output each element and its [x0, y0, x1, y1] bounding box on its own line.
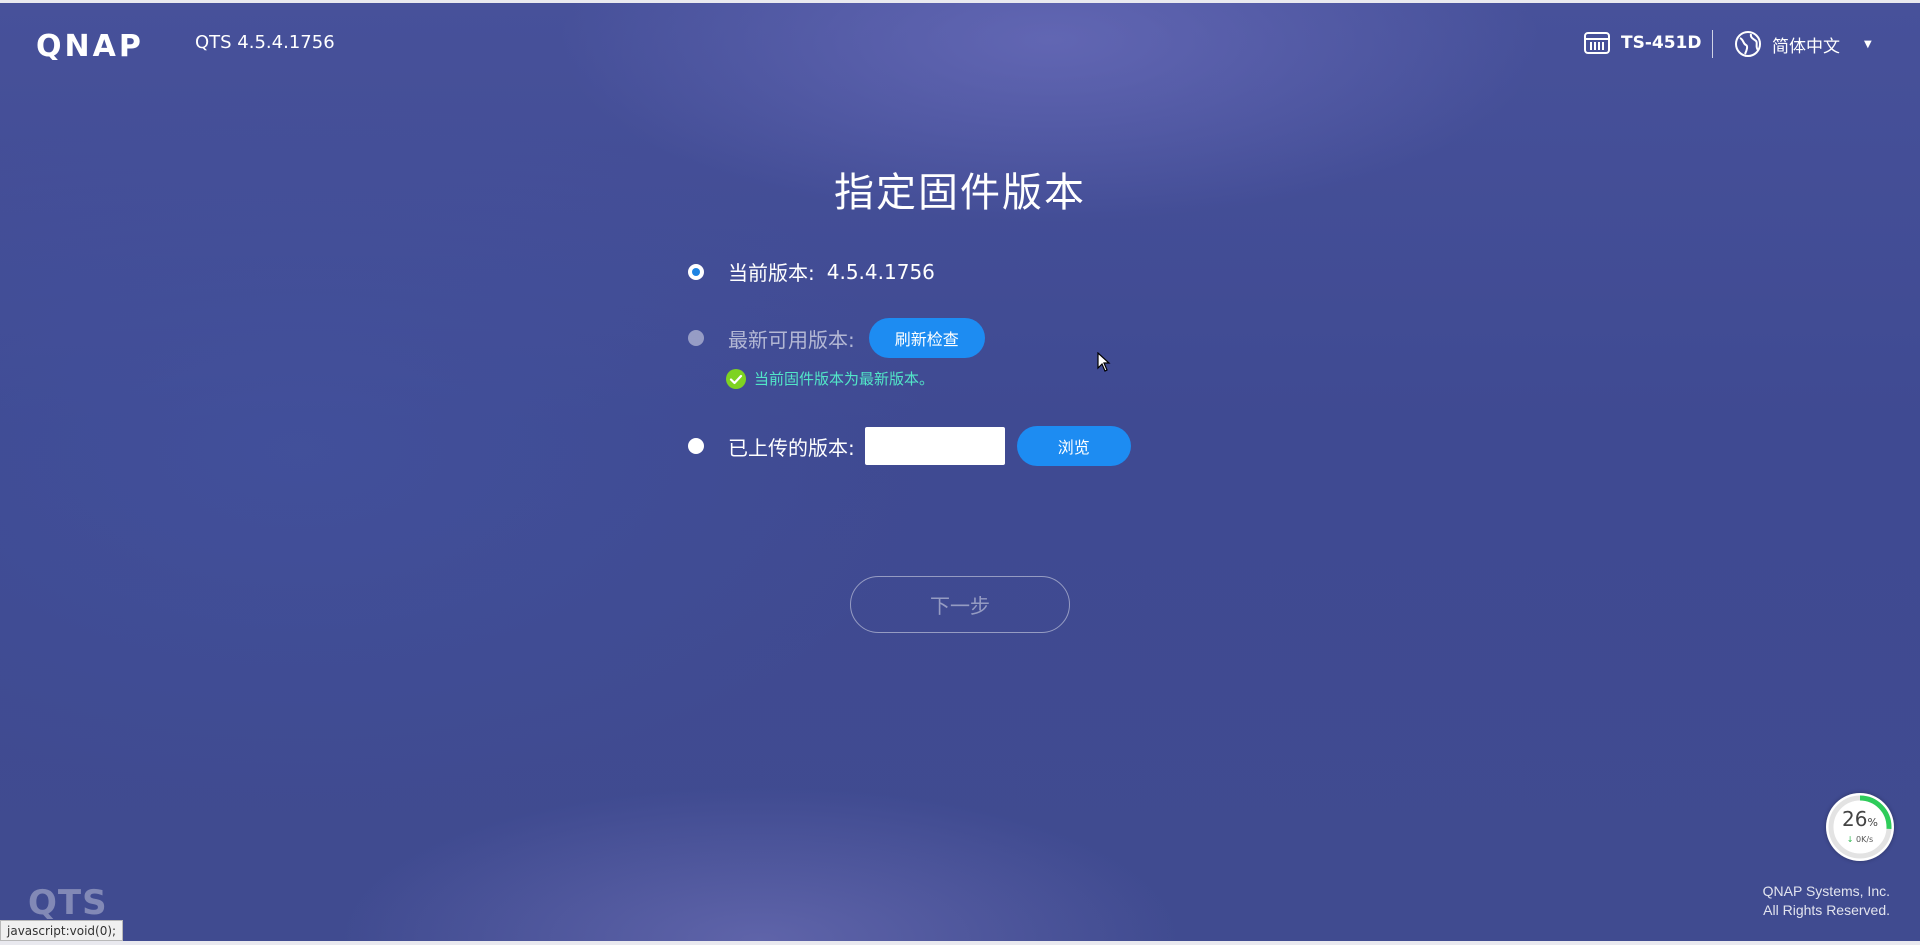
radio-latest-version	[688, 330, 704, 346]
qts-version-label: QTS 4.5.4.1756	[195, 32, 335, 53]
option-current-version[interactable]: 当前版本: 4.5.4.1756	[688, 257, 935, 286]
speed-percent: 26%	[1842, 807, 1878, 831]
copyright-line-1: QNAP Systems, Inc.	[1762, 883, 1890, 899]
language-selector[interactable]: 简体中文 ▼	[1734, 30, 1872, 58]
option-latest-version: 最新可用版本: 刷新检查	[688, 318, 985, 358]
uploaded-version-label: 已上传的版本:	[728, 435, 855, 460]
copyright: QNAP Systems, Inc. All Rights Reserved.	[1730, 882, 1890, 920]
page-title: 指定固件版本	[834, 170, 1086, 216]
device-info: TS-451D	[1583, 30, 1702, 56]
download-arrow-icon: ↓	[1846, 835, 1854, 844]
browse-button[interactable]: 浏览	[1016, 426, 1131, 466]
speed-rate: ↓ 0K/s	[1846, 835, 1874, 844]
qnap-logo: QNAP	[36, 31, 144, 60]
next-step-button[interactable]: 下一步	[850, 576, 1070, 633]
latest-version-label: 最新可用版本:	[728, 327, 855, 352]
nas-device-icon	[1584, 32, 1610, 54]
status-message: 当前固件版本为最新版本。	[726, 368, 934, 389]
current-version-value: 4.5.4.1756	[826, 259, 935, 284]
qts-watermark: QTS	[28, 883, 108, 923]
language-label: 简体中文	[1772, 36, 1840, 57]
mouse-cursor-icon	[1097, 352, 1111, 372]
svg-text:QNAP: QNAP	[36, 31, 144, 60]
header-divider	[1712, 30, 1713, 58]
radio-uploaded-version[interactable]	[688, 438, 704, 454]
option-uploaded-version[interactable]: 已上传的版本: 浏览	[688, 426, 1131, 466]
chevron-down-icon: ▼	[1864, 38, 1872, 50]
top-border	[0, 0, 1920, 3]
uploaded-file-input[interactable]	[864, 427, 1005, 465]
network-speed-widget[interactable]: 26% ↓ 0K/s	[1826, 793, 1894, 861]
refresh-check-button[interactable]: 刷新检查	[868, 318, 985, 358]
radio-current-version[interactable]	[688, 263, 704, 280]
browser-status-bar: javascript:void(0);	[0, 920, 124, 941]
globe-icon	[1735, 31, 1761, 57]
status-text: 当前固件版本为最新版本。	[754, 370, 935, 388]
check-circle-icon	[726, 368, 746, 389]
copyright-line-2: All Rights Reserved.	[1763, 902, 1890, 918]
current-version-label: 当前版本:	[728, 261, 815, 285]
device-name: TS-451D	[1621, 33, 1702, 53]
bottom-border	[0, 941, 1920, 945]
